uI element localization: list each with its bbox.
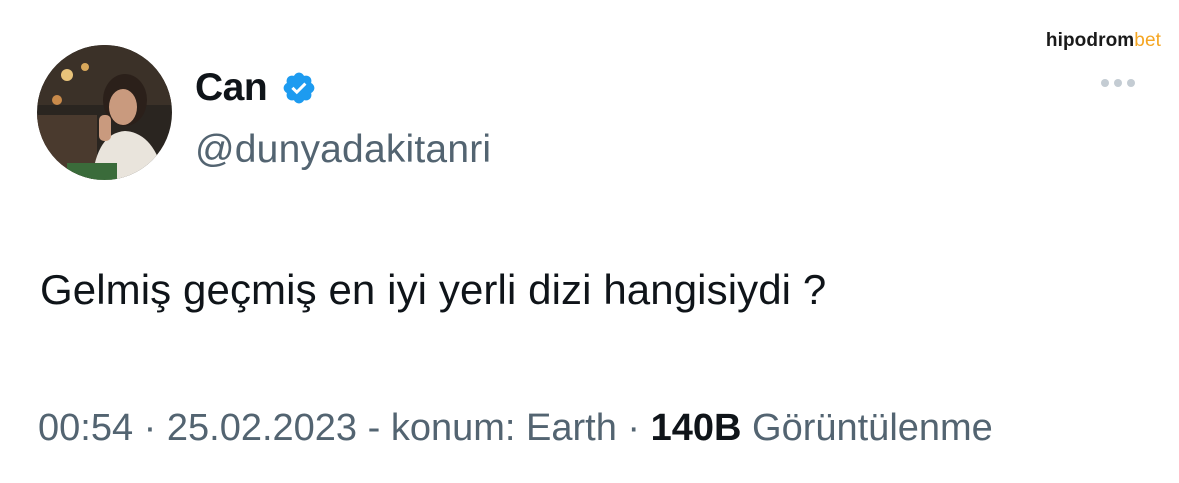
tweet-date[interactable]: 25.02.2023 [167, 407, 357, 449]
views-label: Görüntülenme [741, 407, 993, 449]
tweet-time[interactable]: 00:54 [38, 407, 133, 449]
display-name[interactable]: Can [195, 66, 268, 110]
author-block: Can @dunyadakitanri [195, 64, 491, 172]
name-row: Can [195, 64, 491, 112]
avatar-photo [37, 45, 172, 180]
tweet-text: Gelmiş geçmiş en iyi yerli dizi hangisiy… [40, 266, 827, 313]
tweet-card: Can @dunyadakitanri hipodrombet Gelmiş g… [0, 0, 1179, 483]
tweet-meta: 00:54 · 25.02.2023 - konum: Earth · 140B… [38, 407, 993, 450]
user-handle[interactable]: @dunyadakitanri [195, 128, 491, 172]
verified-badge-icon [281, 70, 317, 106]
meta-separator: · [616, 407, 651, 449]
brand-part-1: hipodrom [1045, 30, 1135, 51]
avatar[interactable] [37, 45, 172, 180]
ellipsis-icon[interactable] [1101, 79, 1135, 87]
views-count[interactable]: 140B [651, 407, 742, 449]
meta-separator: · [133, 407, 167, 449]
brand-watermark: hipodrombet [1046, 30, 1161, 52]
tweet-location: - konum: Earth [357, 407, 617, 449]
brand-part-2: bet [1134, 30, 1161, 51]
